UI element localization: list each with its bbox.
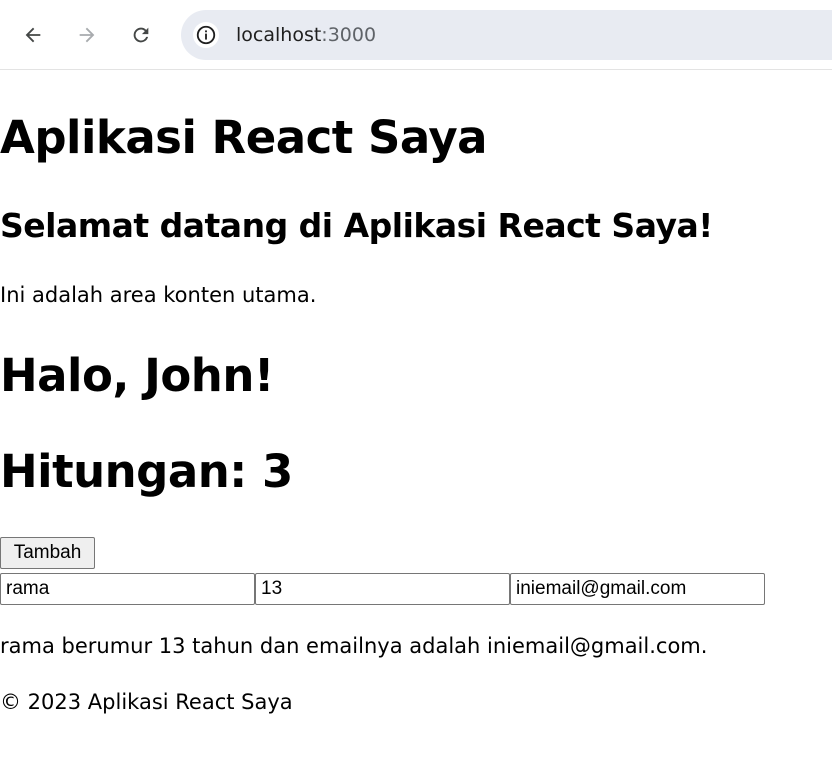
url-text[interactable]: localhost:3000	[236, 23, 376, 47]
increment-button[interactable]: Tambah	[0, 537, 95, 569]
forward-button[interactable]	[67, 15, 107, 55]
age-input[interactable]: 13	[255, 573, 510, 605]
info-icon	[196, 25, 216, 45]
forward-arrow-icon	[79, 27, 95, 43]
page-content: Aplikasi React Saya Selamat datang di Ap…	[0, 70, 832, 763]
welcome-heading: Selamat datang di Aplikasi React Saya!	[0, 206, 713, 245]
browser-toolbar: localhost:3000	[0, 0, 832, 70]
footer-text: © 2023 Aplikasi React Saya	[0, 690, 293, 714]
email-input[interactable]: iniemail@gmail.com	[510, 573, 765, 605]
reload-icon	[133, 27, 149, 43]
summary-text: rama berumur 13 tahun dan emailnya adala…	[0, 634, 708, 658]
reload-button[interactable]	[121, 15, 161, 55]
back-button[interactable]	[13, 15, 53, 55]
url-port: :3000	[321, 24, 377, 46]
back-arrow-icon	[25, 27, 41, 43]
name-input[interactable]: rama	[0, 573, 255, 605]
greeting-heading: Halo, John!	[0, 349, 274, 402]
address-bar[interactable]: localhost:3000	[181, 10, 832, 60]
app-title: Aplikasi React Saya	[0, 111, 488, 164]
site-info-button[interactable]	[193, 22, 219, 48]
counter-heading: Hitungan: 3	[0, 445, 293, 498]
intro-text: Ini adalah area konten utama.	[0, 283, 317, 307]
url-host: localhost	[236, 24, 322, 46]
